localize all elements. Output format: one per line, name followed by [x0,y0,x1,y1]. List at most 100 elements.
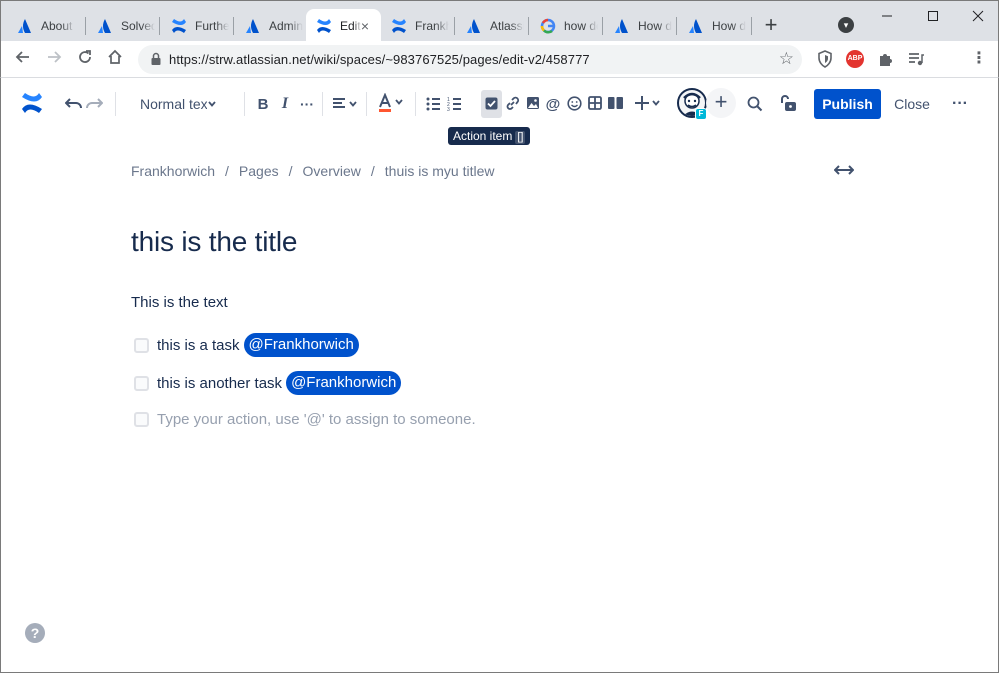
chevron-down-icon [208,101,216,107]
close-icon [972,10,984,22]
text-style-dropdown[interactable]: Normal text [140,94,217,114]
tab-separator [676,17,677,35]
new-tab-button[interactable]: + [761,14,781,36]
full-width-toggle-icon[interactable] [834,164,854,176]
browser-tab-admin[interactable]: Admin [235,9,307,42]
body-paragraph[interactable]: This is the text [131,294,228,311]
more-options-icon[interactable]: ··· [948,89,972,119]
tab-separator [85,17,86,35]
task-checkbox[interactable] [134,337,149,353]
toolbar-divider [115,92,116,116]
google-icon [540,18,556,34]
text-style-label: Normal text [140,96,207,112]
confluence-icon [317,18,331,33]
more-formatting-icon[interactable]: ··· [299,94,315,114]
browser-menu-icon[interactable]: ⋮ [969,49,989,69]
confluence-logo-icon[interactable] [20,91,44,115]
maximize-button[interactable] [923,7,943,27]
browser-tab-atlassian[interactable]: Atlassi [456,9,528,42]
tab-separator [159,17,160,35]
tab-separator [528,17,529,35]
task-text[interactable]: this is a task [157,337,240,354]
address-bar[interactable]: https://strw.atlassian.net/wiki/spaces/~… [138,45,802,74]
task-item[interactable]: this is another task @Frankhorwich [134,371,402,395]
insert-plus-icon[interactable] [634,94,662,112]
shield-extension-icon[interactable] [816,50,834,68]
search-icon[interactable] [747,96,763,112]
mention-at-icon[interactable]: @ [545,94,561,114]
url-text[interactable]: https://strw.atlassian.net/wiki/spaces/~… [169,45,590,74]
atlassian-icon [615,18,628,33]
bold-icon[interactable]: B [255,94,271,114]
table-icon[interactable] [588,96,602,110]
window-close-button[interactable] [968,7,988,27]
unlock-restrictions-icon[interactable] [779,94,797,112]
numbered-list-icon[interactable]: 123 [447,96,462,112]
toolbar-divider [415,92,416,116]
browser-tab-about[interactable]: About t [7,9,82,42]
page-title[interactable]: this is the title [131,226,297,258]
italic-icon[interactable]: I [278,94,292,114]
emoji-icon[interactable] [567,96,582,111]
bookmark-star-icon[interactable]: ☆ [779,49,794,69]
tooltip-label: Action item [453,129,513,143]
tooltip-shortcut: [] [515,131,526,144]
user-mention[interactable]: @Frankhorwich [243,333,359,357]
tab-search-chevron-icon[interactable]: ▾ [838,17,854,33]
breadcrumb-overview[interactable]: Overview [303,163,361,179]
atlassian-icon [98,18,111,33]
tab-close-icon[interactable]: × [357,18,373,34]
close-button[interactable]: Close [889,89,935,119]
bullet-list-icon[interactable] [426,96,441,112]
media-playlist-icon[interactable] [907,50,925,68]
redo-icon[interactable] [85,96,103,112]
browser-tab-edit[interactable]: Edit × [306,9,381,42]
link-icon[interactable] [505,96,520,111]
breadcrumb-space[interactable]: Frankhorwich [131,163,215,179]
toolbar-divider [244,92,245,116]
invite-collaborator-button[interactable]: + [706,88,736,118]
home-button[interactable] [105,49,125,69]
action-item-button[interactable] [481,90,502,118]
arrow-left-icon [15,51,29,63]
breadcrumb-separator: / [288,163,293,179]
task-checkbox[interactable] [134,411,149,427]
breadcrumb-separator: / [225,163,229,179]
user-mention[interactable]: @Frankhorwich [286,371,402,395]
forward-button[interactable] [44,49,64,69]
adblock-extension-icon[interactable]: ABP [846,50,864,68]
confluence-icon [392,18,406,33]
browser-tab-solved[interactable]: Solved [87,9,159,42]
browser-tab-how-1[interactable]: How d [604,9,676,42]
breadcrumb-current[interactable]: thuis is myu titlew [385,163,495,179]
browser-tab-frankh[interactable]: Frankh [381,9,453,42]
confluence-icon [172,18,186,33]
task-checkbox[interactable] [134,375,149,391]
publish-button[interactable]: Publish [814,89,881,119]
minimize-button[interactable] [877,7,897,27]
task-item[interactable]: this is a task @Frankhorwich [134,333,359,357]
tab-separator [751,17,752,35]
browser-tab-google[interactable]: how do [530,9,602,42]
breadcrumb-pages[interactable]: Pages [239,163,279,179]
task-item-placeholder[interactable]: Type your action, use '@' to assign to s… [134,408,476,430]
lock-icon [151,52,161,65]
arrow-right-icon [48,51,62,63]
browser-tab-how-2[interactable]: How d [678,9,750,42]
reload-button[interactable] [75,49,95,69]
image-icon[interactable] [526,96,540,110]
atlassian-icon [246,18,259,33]
text-color-icon[interactable] [377,93,405,113]
browser-tab-further[interactable]: Furthe [161,9,233,42]
task-text[interactable]: this is another task [157,375,282,392]
text-align-icon[interactable] [332,96,358,112]
back-button[interactable] [13,49,33,69]
help-icon[interactable]: ? [25,623,45,643]
toolbar-divider [366,92,367,116]
undo-icon[interactable] [65,96,83,112]
avatar-initial-badge: F [695,108,707,120]
checkbox-icon [485,97,498,110]
extensions-puzzle-icon[interactable] [877,50,895,68]
layouts-icon[interactable] [607,96,624,110]
atlassian-icon [689,18,702,33]
